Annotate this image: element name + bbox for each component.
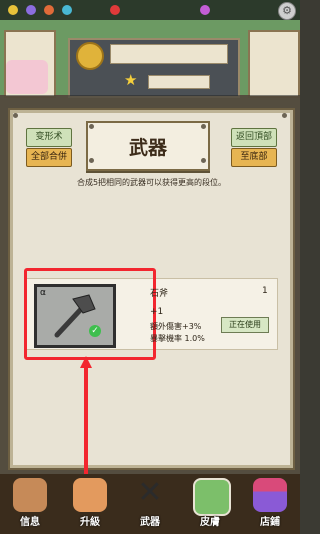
transform-button[interactable]: 变形术 [26, 128, 72, 147]
scroll-bottom-button[interactable]: 至底部 [231, 148, 277, 167]
gem-icon [62, 5, 72, 15]
nail-icon [201, 124, 206, 129]
weapon-count: 1 [262, 286, 268, 296]
nav-label-weapon: 武器 [140, 517, 160, 528]
resource-field [110, 44, 228, 64]
nav-label-shop: 店鋪 [260, 517, 280, 528]
highlight-frame [24, 268, 156, 360]
pointer-arrow [80, 356, 92, 486]
scroll-top-button[interactable]: 返回頂部 [231, 128, 277, 147]
enemy-card[interactable] [248, 30, 300, 98]
panel-title: 武器 [128, 137, 167, 159]
coin-icon [76, 42, 104, 70]
avatar[interactable] [6, 60, 48, 94]
nav-label-upgrade: 升級 [80, 517, 100, 528]
weapon-stat-crit: 暴擊機率 1.0% [150, 334, 205, 343]
nail-icon [89, 124, 94, 129]
landscape-icon [193, 478, 231, 516]
muscle-icon [73, 478, 107, 512]
nav-label-skin: 皮膚 [200, 517, 220, 528]
merge-all-button[interactable]: 全部合併 [26, 148, 72, 167]
gem-icon [26, 5, 36, 15]
nav-label-info: 信息 [20, 517, 40, 528]
gem-icon [200, 5, 210, 15]
merchant-icon [13, 478, 47, 512]
weapon-name: 石斧 [150, 289, 169, 299]
nail-icon [282, 113, 287, 118]
weapon-level: +1 [150, 307, 164, 317]
gem-icon [110, 5, 120, 15]
gem-icon [8, 5, 18, 15]
in-use-button[interactable]: 正在使用 [221, 317, 269, 333]
nail-icon [13, 113, 18, 118]
star-icon: ★ [124, 71, 138, 89]
merge-hint: 合成5把相同的武器可以获得更高的段位。 [76, 178, 227, 187]
settings-gear-icon[interactable]: ⚙ [278, 2, 296, 20]
weapon-stat-damage: 額外傷害+3% [150, 322, 202, 331]
progress-bar [148, 75, 210, 89]
shop-icon [253, 478, 287, 512]
crossed-swords-icon: ✕ [137, 475, 163, 510]
gem-icon [44, 5, 54, 15]
